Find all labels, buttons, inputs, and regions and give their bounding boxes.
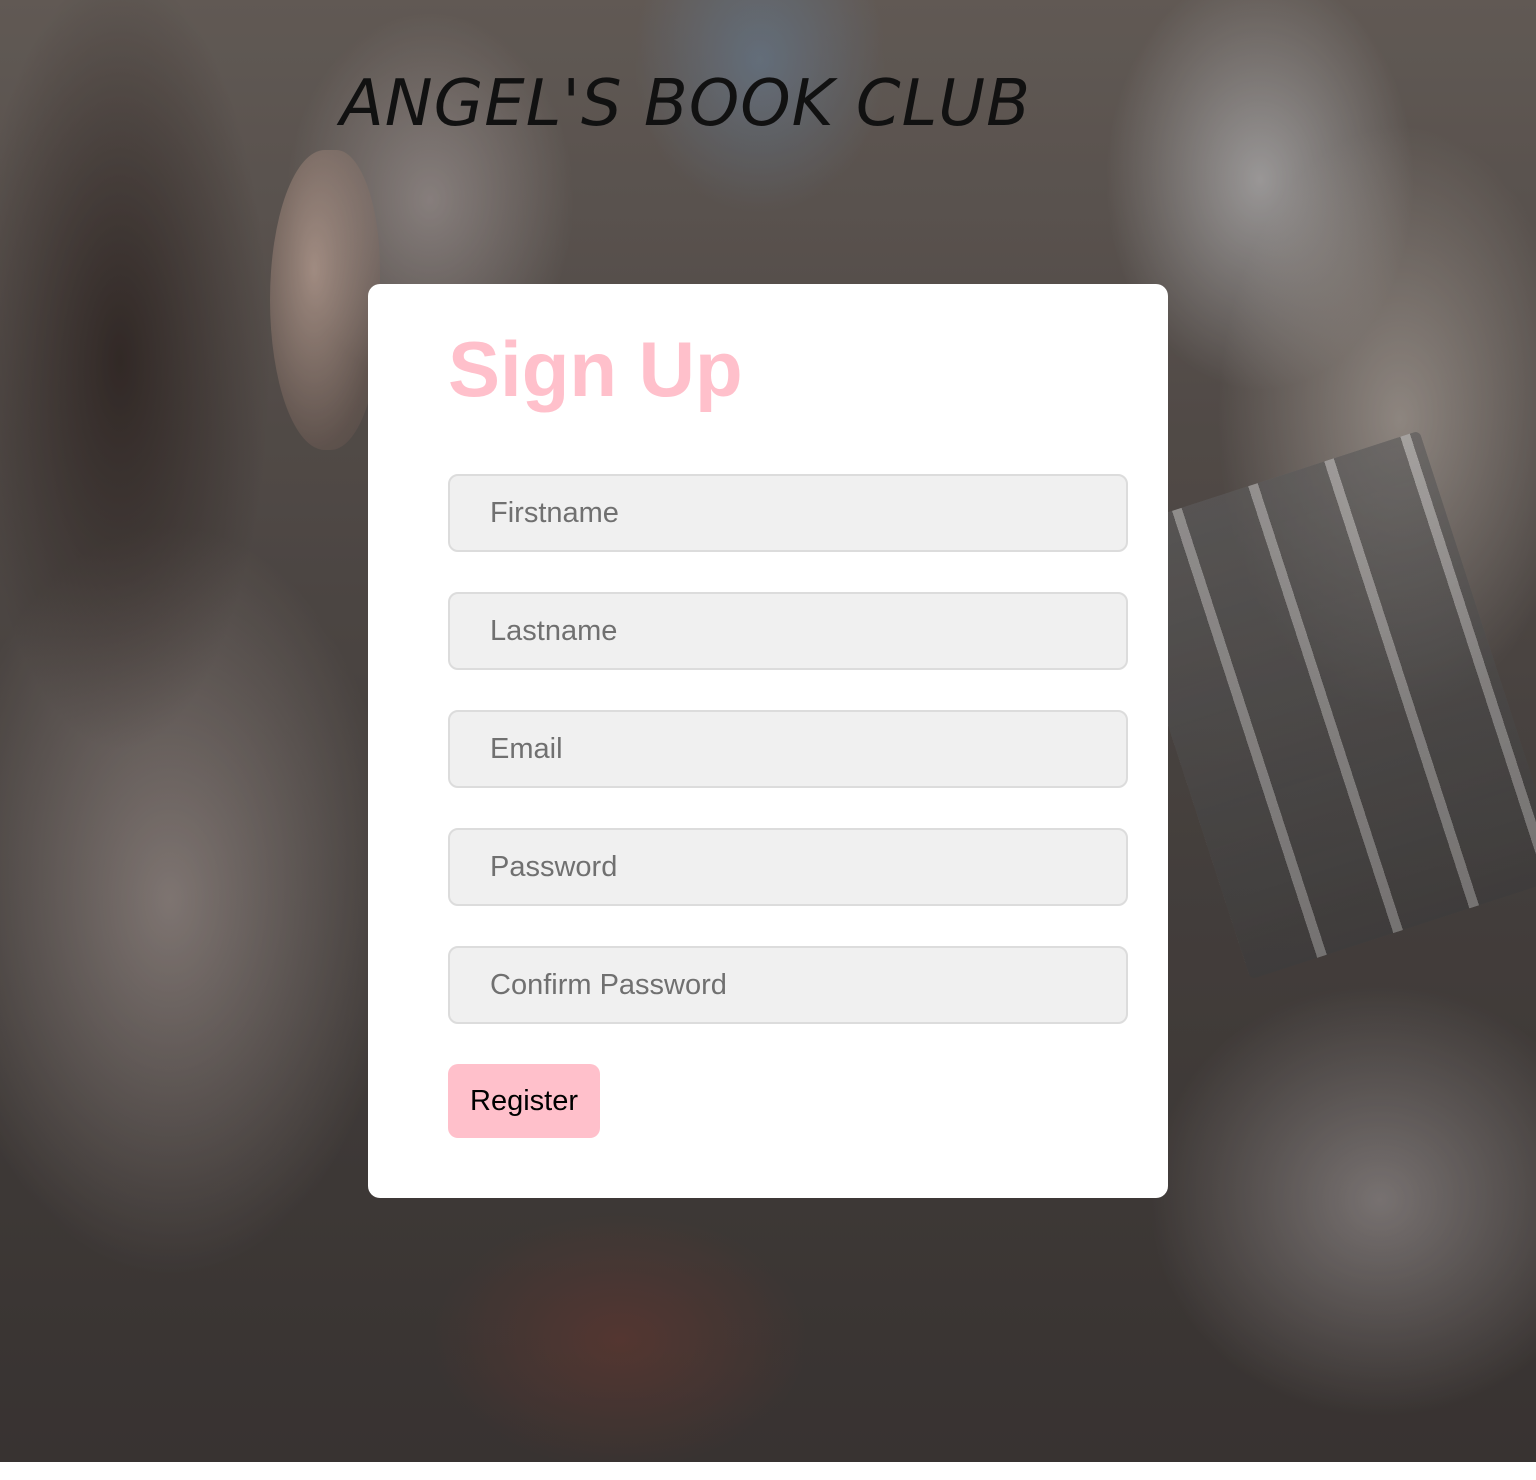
password-field[interactable] [448, 828, 1128, 906]
lastname-field[interactable] [448, 592, 1128, 670]
register-button[interactable]: Register [448, 1064, 600, 1138]
signup-card: Sign Up Register [368, 284, 1168, 1198]
page-bottom-edge [0, 1462, 1536, 1480]
site-title: ANGEL'S BOOK CLUB [340, 67, 1031, 141]
email-field[interactable] [448, 710, 1128, 788]
firstname-field[interactable] [448, 474, 1128, 552]
signup-heading: Sign Up [448, 325, 743, 413]
confirm-password-field[interactable] [448, 946, 1128, 1024]
